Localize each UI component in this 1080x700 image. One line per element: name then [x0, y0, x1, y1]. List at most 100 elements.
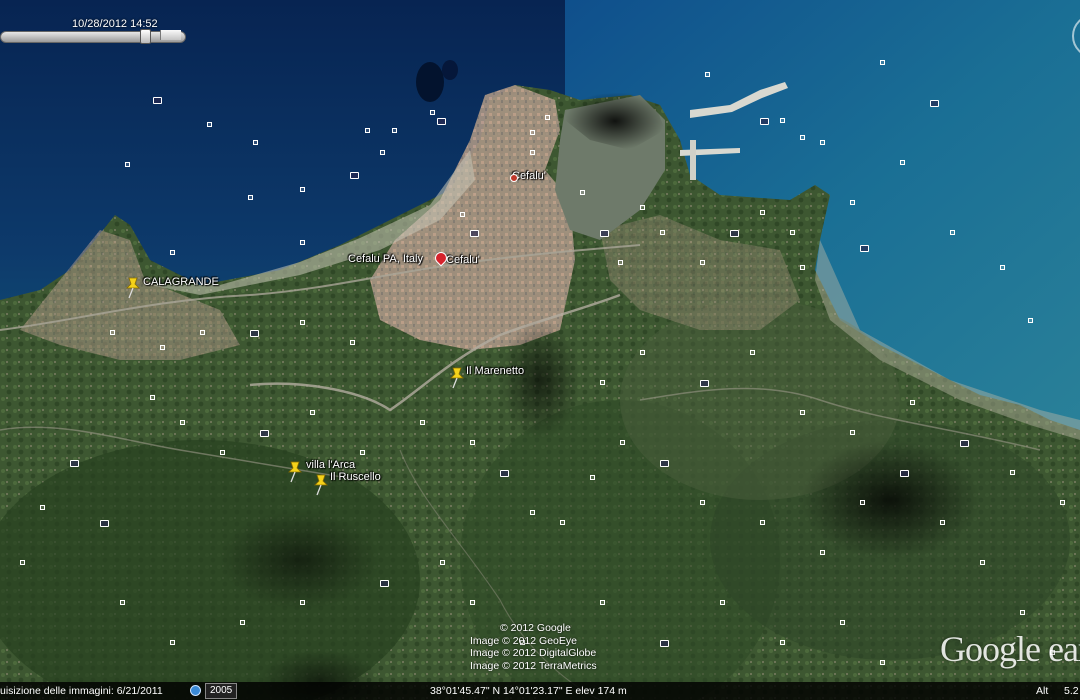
- historical-year[interactable]: 2005: [205, 683, 238, 699]
- poi-dot[interactable]: [200, 330, 205, 335]
- poi-dot[interactable]: [440, 560, 445, 565]
- poi-dot[interactable]: [700, 260, 705, 265]
- poi-dot[interactable]: [420, 420, 425, 425]
- poi-dot[interactable]: [660, 230, 665, 235]
- poi-dot[interactable]: [545, 115, 550, 120]
- pin-label-calagrande[interactable]: CALAGRANDE: [143, 276, 219, 288]
- pushpin-icon[interactable]: [286, 461, 304, 483]
- poi-dot[interactable]: [820, 140, 825, 145]
- poi-dot[interactable]: [760, 210, 765, 215]
- poi-dot[interactable]: [160, 345, 165, 350]
- poi-dot[interactable]: [580, 190, 585, 195]
- poi-dot[interactable]: [1020, 610, 1025, 615]
- poi-dot[interactable]: [470, 600, 475, 605]
- poi-dot[interactable]: [460, 212, 465, 217]
- poi-dot[interactable]: [860, 500, 865, 505]
- poi-dot[interactable]: [530, 510, 535, 515]
- poi-dot[interactable]: [40, 505, 45, 510]
- poi-dot[interactable]: [380, 150, 385, 155]
- poi-marker-icon[interactable]: [660, 460, 669, 467]
- poi-dot[interactable]: [150, 395, 155, 400]
- satellite-map[interactable]: Cefalu' Cefalu' Cefalu PA, Italy CALAGRA…: [0, 0, 1080, 700]
- poi-marker-icon[interactable]: [100, 520, 109, 527]
- poi-dot[interactable]: [120, 600, 125, 605]
- poi-dot[interactable]: [300, 240, 305, 245]
- poi-dot[interactable]: [880, 660, 885, 665]
- poi-dot[interactable]: [640, 350, 645, 355]
- place-marker-icon[interactable]: [510, 174, 518, 182]
- poi-dot[interactable]: [392, 128, 397, 133]
- poi-marker-icon[interactable]: [250, 330, 259, 337]
- poi-dot[interactable]: [840, 620, 845, 625]
- place-label-cefalu-2[interactable]: Cefalu': [446, 254, 480, 266]
- poi-marker-icon[interactable]: [350, 172, 359, 179]
- poi-dot[interactable]: [590, 475, 595, 480]
- poi-dot[interactable]: [760, 520, 765, 525]
- poi-dot[interactable]: [560, 520, 565, 525]
- poi-dot[interactable]: [1000, 265, 1005, 270]
- pushpin-icon[interactable]: [312, 474, 330, 496]
- poi-dot[interactable]: [365, 128, 370, 133]
- poi-marker-icon[interactable]: [860, 245, 869, 252]
- poi-marker-icon[interactable]: [260, 430, 269, 437]
- place-label-cefalu-pa[interactable]: Cefalu PA, Italy: [348, 253, 423, 265]
- poi-dot[interactable]: [880, 60, 885, 65]
- historical-imagery-icon[interactable]: [190, 685, 201, 696]
- poi-marker-icon[interactable]: [380, 580, 389, 587]
- poi-marker-icon[interactable]: [900, 470, 909, 477]
- poi-dot[interactable]: [800, 410, 805, 415]
- poi-dot[interactable]: [720, 600, 725, 605]
- poi-dot[interactable]: [1060, 500, 1065, 505]
- poi-dot[interactable]: [850, 200, 855, 205]
- poi-dot[interactable]: [780, 640, 785, 645]
- poi-dot[interactable]: [940, 520, 945, 525]
- poi-dot[interactable]: [850, 430, 855, 435]
- poi-dot[interactable]: [530, 130, 535, 135]
- pin-label-villa-larca[interactable]: villa l'Arca: [306, 459, 355, 471]
- pin-label-il-marenetto[interactable]: Il Marenetto: [466, 365, 524, 377]
- poi-dot[interactable]: [248, 195, 253, 200]
- poi-marker-icon[interactable]: [153, 97, 162, 104]
- poi-dot[interactable]: [300, 187, 305, 192]
- pushpin-icon[interactable]: [448, 367, 466, 389]
- pushpin-icon[interactable]: [124, 277, 142, 299]
- poi-dot[interactable]: [800, 135, 805, 140]
- time-slider-thumb[interactable]: [140, 29, 151, 44]
- poi-dot[interactable]: [170, 250, 175, 255]
- poi-dot[interactable]: [207, 122, 212, 127]
- poi-marker-icon[interactable]: [700, 380, 709, 387]
- poi-dot[interactable]: [800, 265, 805, 270]
- poi-dot[interactable]: [110, 330, 115, 335]
- poi-dot[interactable]: [900, 160, 905, 165]
- poi-dot[interactable]: [220, 450, 225, 455]
- poi-dot[interactable]: [600, 600, 605, 605]
- poi-dot[interactable]: [360, 450, 365, 455]
- poi-dot[interactable]: [240, 620, 245, 625]
- poi-dot[interactable]: [980, 560, 985, 565]
- poi-marker-icon[interactable]: [930, 100, 939, 107]
- poi-dot[interactable]: [705, 72, 710, 77]
- time-slider[interactable]: [0, 27, 186, 44]
- poi-dot[interactable]: [350, 340, 355, 345]
- poi-marker-icon[interactable]: [470, 230, 479, 237]
- poi-dot[interactable]: [600, 380, 605, 385]
- poi-marker-icon[interactable]: [660, 640, 669, 647]
- poi-dot[interactable]: [700, 500, 705, 505]
- poi-marker-icon[interactable]: [730, 230, 739, 237]
- poi-dot[interactable]: [910, 400, 915, 405]
- poi-marker-icon[interactable]: [760, 118, 769, 125]
- poi-dot[interactable]: [618, 260, 623, 265]
- poi-dot[interactable]: [300, 320, 305, 325]
- poi-dot[interactable]: [170, 640, 175, 645]
- pin-label-il-ruscello[interactable]: Il Ruscello: [330, 471, 381, 483]
- poi-dot[interactable]: [820, 550, 825, 555]
- poi-dot[interactable]: [790, 230, 795, 235]
- poi-marker-icon[interactable]: [500, 470, 509, 477]
- time-slider-end-button[interactable]: [160, 30, 181, 40]
- poi-dot[interactable]: [310, 410, 315, 415]
- poi-dot[interactable]: [780, 118, 785, 123]
- poi-dot[interactable]: [1010, 470, 1015, 475]
- poi-dot[interactable]: [1028, 318, 1033, 323]
- poi-dot[interactable]: [620, 440, 625, 445]
- poi-marker-icon[interactable]: [600, 230, 609, 237]
